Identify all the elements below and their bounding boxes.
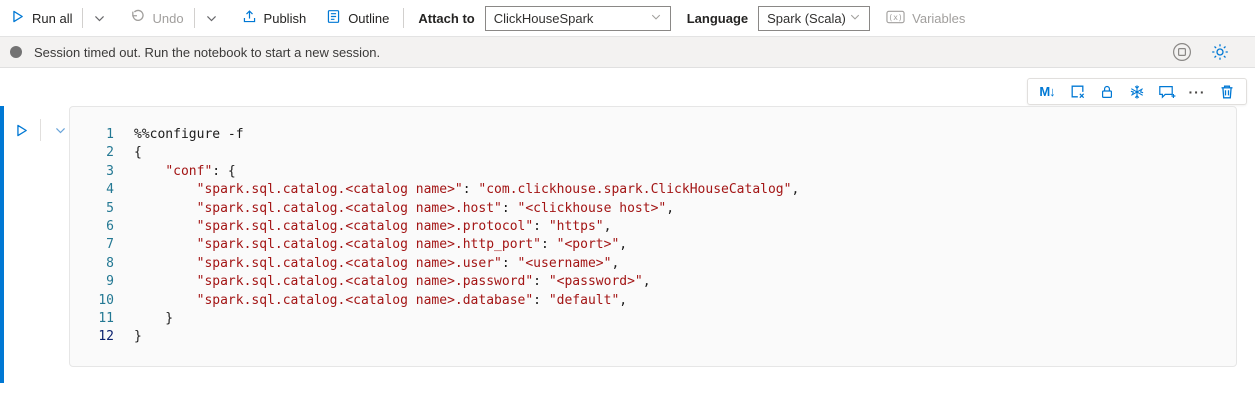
- line-number: 5: [70, 200, 114, 218]
- language-select[interactable]: Spark (Scala): [758, 6, 870, 31]
- stop-session-icon[interactable]: [1171, 41, 1193, 63]
- toolbar-divider: [403, 8, 404, 28]
- line-number: 9: [70, 273, 114, 291]
- line-number: 3: [70, 163, 114, 181]
- session-status-dot: [10, 46, 22, 58]
- markdown-glyph: M↓: [1039, 84, 1054, 99]
- undo-options-chevron[interactable]: [205, 12, 218, 25]
- attach-to-value: ClickHouseSpark: [494, 11, 594, 26]
- code-line[interactable]: 4 "spark.sql.catalog.<catalog name>": "c…: [70, 181, 1236, 199]
- code-text: "spark.sql.catalog.<catalog name>.databa…: [134, 292, 627, 310]
- publish-label: Publish: [264, 11, 307, 26]
- run-cell-controls: [10, 119, 71, 141]
- code-line[interactable]: 10 "spark.sql.catalog.<catalog name>.dat…: [70, 292, 1236, 310]
- line-number: 6: [70, 218, 114, 236]
- variables-button[interactable]: (x) Variables: [886, 10, 965, 27]
- code-line[interactable]: 2{: [70, 144, 1236, 162]
- code-line[interactable]: 12}: [70, 328, 1236, 346]
- line-number: 8: [70, 255, 114, 273]
- line-number: 11: [70, 310, 114, 328]
- outline-button[interactable]: Outline: [326, 9, 389, 27]
- active-cell-indicator: [0, 106, 4, 383]
- line-number: 1: [70, 126, 114, 144]
- undo-label: Undo: [152, 11, 183, 26]
- toolbar-divider: [82, 8, 83, 28]
- notebook-toolbar: Run all Undo Publish Outline A: [0, 0, 1255, 36]
- outline-label: Outline: [348, 11, 389, 26]
- chevron-down-icon: [650, 11, 662, 26]
- code-text: {: [134, 144, 142, 162]
- svg-text:(x): (x): [888, 12, 903, 21]
- code-line[interactable]: 7 "spark.sql.catalog.<catalog name>.http…: [70, 236, 1236, 254]
- run-all-label: Run all: [32, 11, 72, 26]
- code-text: "conf": {: [134, 163, 236, 181]
- code-text: }: [134, 310, 173, 328]
- clear-output-icon[interactable]: [1064, 80, 1090, 103]
- code-text: "spark.sql.catalog.<catalog name>.protoc…: [134, 218, 611, 236]
- session-status-message: Session timed out. Run the notebook to s…: [34, 45, 1171, 60]
- code-text: "spark.sql.catalog.<catalog name>.host":…: [134, 200, 674, 218]
- run-cell-button[interactable]: [10, 119, 32, 141]
- language-label: Language: [687, 11, 748, 26]
- code-lines: 1%%configure -f2{3 "conf": {4 "spark.sql…: [70, 126, 1236, 347]
- code-text: "spark.sql.catalog.<catalog name>.http_p…: [134, 236, 627, 254]
- variables-icon: (x): [886, 10, 905, 27]
- line-number: 12: [70, 328, 114, 346]
- undo-icon: [130, 9, 145, 27]
- undo-button[interactable]: Undo: [130, 9, 183, 27]
- play-icon: [10, 9, 25, 27]
- convert-to-markdown-icon[interactable]: M↓: [1034, 80, 1060, 103]
- language-value: Spark (Scala): [767, 11, 846, 26]
- code-text: "spark.sql.catalog.<catalog name>": "com…: [134, 181, 799, 199]
- run-all-options-chevron[interactable]: [93, 12, 106, 25]
- publish-button[interactable]: Publish: [242, 9, 307, 27]
- freeze-cell-snowflake-icon[interactable]: [1124, 80, 1150, 103]
- code-line[interactable]: 6 "spark.sql.catalog.<catalog name>.prot…: [70, 218, 1236, 236]
- code-text: %%configure -f: [134, 126, 244, 144]
- add-comment-icon[interactable]: [1154, 80, 1180, 103]
- outline-icon: [326, 9, 341, 27]
- line-number: 2: [70, 144, 114, 162]
- code-line[interactable]: 11 }: [70, 310, 1236, 328]
- run-cell-divider: [40, 119, 41, 141]
- cell-more-actions-chevron[interactable]: [49, 119, 71, 141]
- attach-to-label: Attach to: [418, 11, 474, 26]
- toolbar-divider: [194, 8, 195, 28]
- ellipsis-glyph: ···: [1189, 84, 1206, 100]
- code-line[interactable]: 3 "conf": {: [70, 163, 1236, 181]
- chevron-down-icon: [849, 11, 861, 26]
- code-line[interactable]: 5 "spark.sql.catalog.<catalog name>.host…: [70, 200, 1236, 218]
- run-all-button[interactable]: Run all: [10, 9, 72, 27]
- session-settings-gear-icon[interactable]: [1209, 41, 1231, 63]
- more-commands-icon[interactable]: ···: [1184, 80, 1210, 103]
- code-text: "spark.sql.catalog.<catalog name>.user":…: [134, 255, 619, 273]
- delete-cell-trash-icon[interactable]: [1214, 80, 1240, 103]
- code-line[interactable]: 9 "spark.sql.catalog.<catalog name>.pass…: [70, 273, 1236, 291]
- code-line[interactable]: 8 "spark.sql.catalog.<catalog name>.user…: [70, 255, 1236, 273]
- code-cell-editor[interactable]: 1%%configure -f2{3 "conf": {4 "spark.sql…: [69, 106, 1237, 367]
- variables-label: Variables: [912, 11, 965, 26]
- session-status-bar: Session timed out. Run the notebook to s…: [0, 36, 1255, 68]
- publish-icon: [242, 9, 257, 27]
- cell-command-toolbar: M↓ ···: [1027, 78, 1247, 105]
- line-number: 4: [70, 181, 114, 199]
- code-text: "spark.sql.catalog.<catalog name>.passwo…: [134, 273, 651, 291]
- code-text: }: [134, 328, 142, 346]
- lock-cell-icon[interactable]: [1094, 80, 1120, 103]
- line-number: 7: [70, 236, 114, 254]
- line-number: 10: [70, 292, 114, 310]
- attach-to-select[interactable]: ClickHouseSpark: [485, 6, 671, 31]
- code-line[interactable]: 1 %%configure -f: [70, 126, 1236, 144]
